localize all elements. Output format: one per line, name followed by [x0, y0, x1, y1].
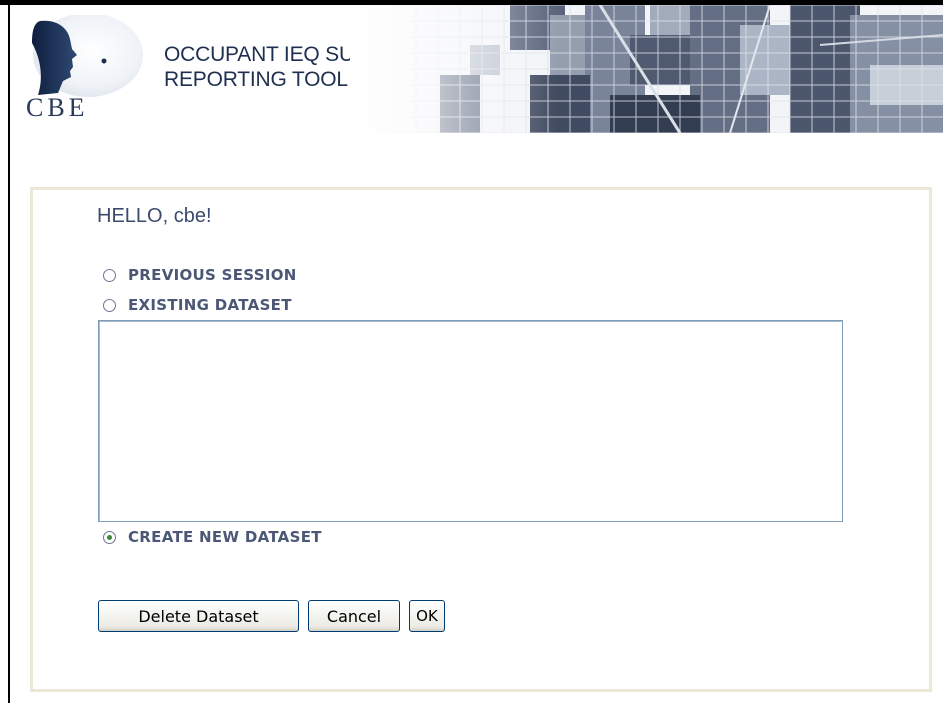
option-existing-dataset[interactable]: EXISTING DATASET [103, 296, 292, 314]
header: CBE OCCUPANT IEQ SURVEY REPORTING TOOL [10, 5, 943, 133]
dataset-listbox[interactable] [98, 320, 843, 522]
logo-text: CBE [26, 93, 89, 122]
dataset-selection-panel: HELLO, cbe! PREVIOUS SESSION EXISTING DA… [30, 187, 932, 692]
delete-dataset-button[interactable]: Delete Dataset [98, 600, 299, 632]
option-label: EXISTING DATASET [128, 296, 292, 314]
greeting-text: HELLO, cbe! [97, 205, 212, 227]
option-create-new-dataset[interactable]: CREATE NEW DATASET [103, 528, 322, 546]
option-label: PREVIOUS SESSION [128, 266, 297, 284]
building-banner-image [350, 5, 943, 133]
previous-session-radio[interactable] [103, 268, 116, 282]
ok-button[interactable]: OK [409, 600, 445, 632]
cancel-button[interactable]: Cancel [308, 600, 400, 632]
existing-dataset-radio[interactable] [103, 298, 116, 312]
create-new-dataset-radio[interactable] [103, 530, 116, 544]
option-label: CREATE NEW DATASET [128, 528, 322, 546]
option-previous-session[interactable]: PREVIOUS SESSION [103, 266, 297, 284]
